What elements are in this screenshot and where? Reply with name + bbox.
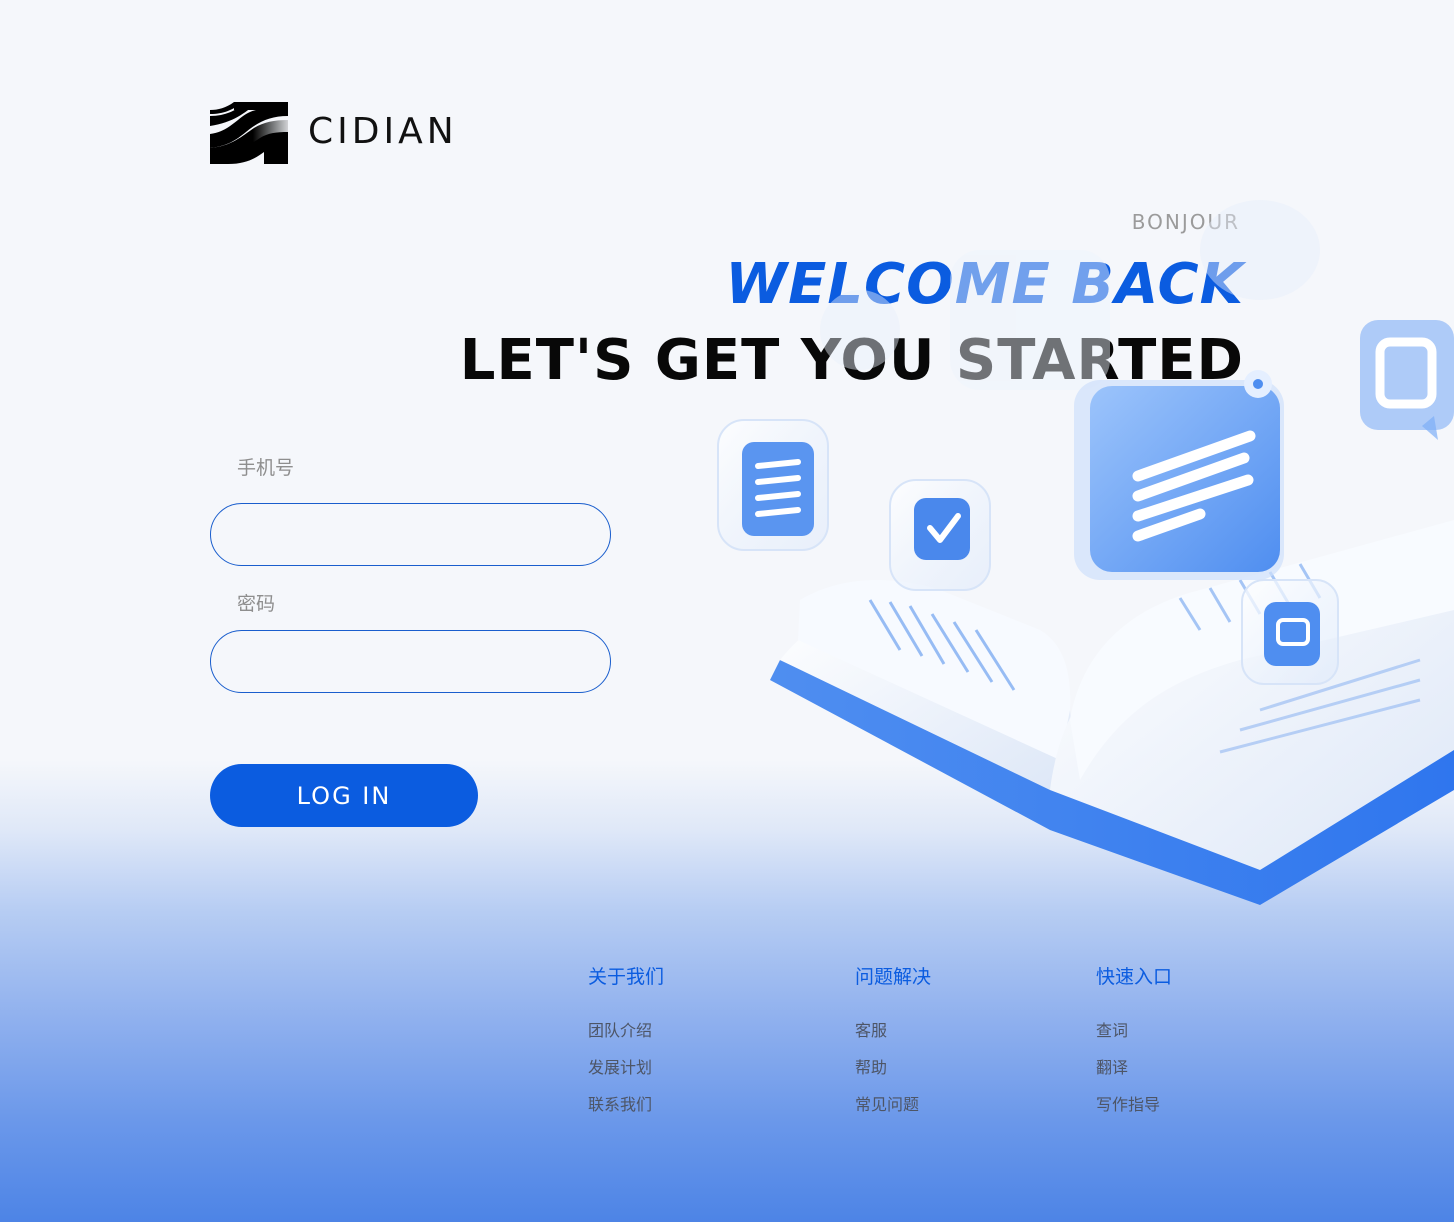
login-form: 手机号 密码	[210, 450, 612, 693]
cidian-logo-icon	[210, 102, 288, 164]
footer-link-lookup[interactable]: 查词	[1096, 1012, 1172, 1049]
footer-link-team[interactable]: 团队介绍	[588, 1012, 664, 1049]
document-icon	[717, 419, 829, 551]
book-illustration	[717, 200, 1454, 905]
footer-link-help[interactable]: 帮助	[855, 1049, 931, 1086]
message-card-icon	[1074, 370, 1284, 580]
footer-heading-about: 关于我们	[588, 966, 665, 988]
footer-column-support: 问题解决 客服 帮助 常见问题	[855, 962, 931, 1123]
footer-link-translate[interactable]: 翻译	[1096, 1049, 1172, 1086]
password-input[interactable]	[210, 630, 611, 693]
footer-link-writing[interactable]: 写作指导	[1096, 1086, 1172, 1123]
footer-link-faq[interactable]: 常见问题	[855, 1086, 931, 1123]
brand-name: CIDIAN	[308, 111, 458, 152]
login-button[interactable]: LOG IN	[210, 764, 478, 827]
window-icon	[1241, 579, 1339, 685]
footer-link-contact[interactable]: 联系我们	[588, 1086, 664, 1123]
footer-heading-quick: 快速入口	[1096, 966, 1173, 988]
brand-logo[interactable]: CIDIAN	[210, 100, 470, 166]
footer-heading-support: 问题解决	[855, 966, 932, 988]
footer-column-about: 关于我们 团队介绍 发展计划 联系我们	[588, 962, 664, 1123]
footer-link-service[interactable]: 客服	[855, 1012, 931, 1049]
phone-input[interactable]	[210, 503, 611, 566]
checkmark-icon	[889, 479, 991, 591]
chat-bubble-icon	[1360, 320, 1454, 440]
password-label: 密码	[237, 593, 276, 615]
footer-link-plan[interactable]: 发展计划	[588, 1049, 664, 1086]
footer-column-quick: 快速入口 查词 翻译 写作指导	[1096, 962, 1172, 1123]
phone-label: 手机号	[237, 457, 295, 479]
